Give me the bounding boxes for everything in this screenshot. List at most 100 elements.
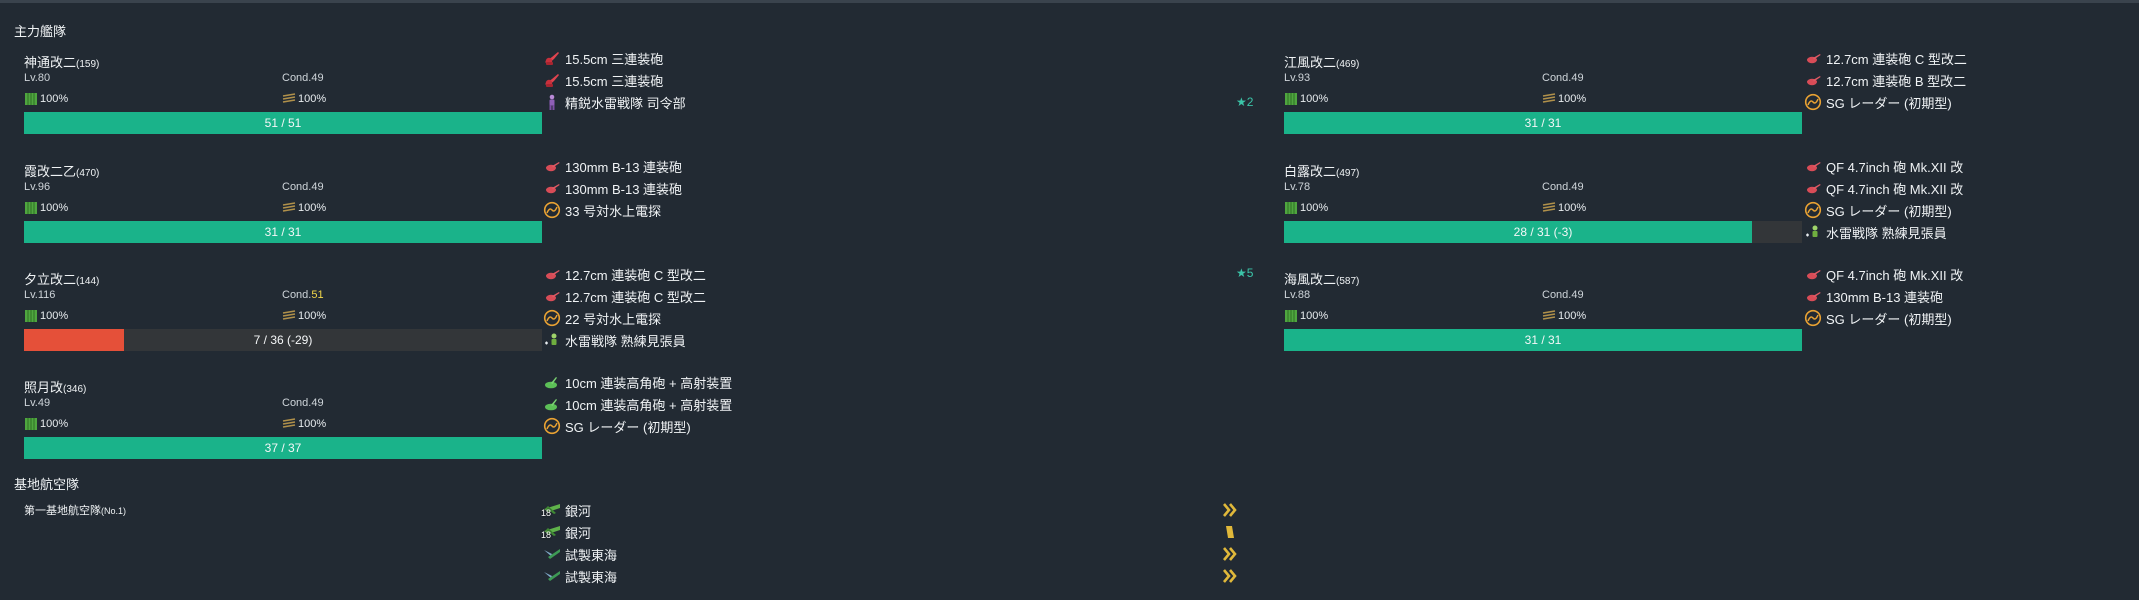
- hp-bar: 51 / 51: [24, 112, 542, 134]
- ship-condition: Cond.49: [1542, 289, 1584, 301]
- ammo-icon: [1542, 309, 1556, 323]
- equipment-item[interactable]: 水雷戦隊 熟練見張員: [543, 329, 706, 351]
- fuel-icon: [1284, 309, 1298, 323]
- air-base-name: 第一基地航空隊(No.1): [24, 505, 127, 517]
- fuel-icon: [1284, 92, 1298, 106]
- ship-condition: Cond.49: [282, 72, 324, 84]
- hp-text: 51 / 51: [264, 116, 302, 130]
- plane-count: 18: [541, 530, 552, 540]
- ship-card[interactable]: 神通改二(159) Lv.80 Cond.49 100% 100% 51 / 51: [24, 52, 542, 152]
- hp-bar: 37 / 37: [24, 437, 542, 459]
- equipment-item[interactable]: SG レーダー (初期型): [1804, 91, 1967, 113]
- ammo-status: 100%: [1542, 309, 1586, 323]
- hp-bar: 31 / 31: [1284, 112, 1802, 134]
- equipment-item[interactable]: 130mm B-13 連装砲: [543, 177, 682, 199]
- ship-level: Lv.80: [24, 72, 51, 84]
- hp-text: 31 / 31: [1524, 116, 1562, 130]
- small-gun-icon: [1804, 287, 1822, 305]
- equipment-item[interactable]: QF 4.7inch 砲 Mk.XII 改: [1804, 177, 1963, 199]
- personnel-icon: [543, 93, 561, 111]
- equipment-item[interactable]: QF 4.7inch 砲 Mk.XII 改: [1804, 263, 1963, 285]
- fuel-icon: [1284, 201, 1298, 215]
- ammo-status: 100%: [282, 201, 326, 215]
- lookout-icon: [1804, 223, 1822, 241]
- ship-name: 江風改二(469): [1284, 55, 1360, 70]
- small-gun-icon: [1804, 265, 1822, 283]
- radar-icon: [1804, 201, 1822, 219]
- land-bomber-icon: 18: [541, 501, 561, 519]
- equipment-item[interactable]: SG レーダー (初期型): [1804, 199, 1963, 221]
- equipment-item[interactable]: 130mm B-13 連装砲: [543, 155, 682, 177]
- equipment-item[interactable]: 15.5cm 三連装砲: [543, 47, 686, 69]
- small-gun-icon: [543, 287, 561, 305]
- ship-card[interactable]: 霞改二乙(470) Lv.96 Cond.49 100% 100% 31 / 31: [24, 161, 542, 261]
- hp-text: 28 / 31 (-3): [1513, 225, 1573, 239]
- equipment-name: QF 4.7inch 砲 Mk.XII 改: [1826, 159, 1964, 175]
- hp-text: 31 / 31: [264, 225, 302, 239]
- equipment-name: 22 号対水上電探: [565, 311, 662, 327]
- equipment-name: 12.7cm 連装砲 C 型改二: [565, 267, 706, 283]
- fuel-status: 100%: [1284, 92, 1328, 106]
- ship-name: 海風改二(587): [1284, 272, 1360, 287]
- equipment-item[interactable]: 精鋭水雷戦隊 司令部: [543, 91, 686, 113]
- ship-condition: Cond.49: [282, 181, 324, 193]
- ship-level: Lv.93: [1284, 72, 1311, 84]
- equipment-item[interactable]: 10cm 連装高角砲 + 高射装置: [543, 393, 732, 415]
- equipment-item[interactable]: 12.7cm 連装砲 C 型改二: [1804, 47, 1967, 69]
- ship-card[interactable]: 夕立改二(144) Lv.116 Cond.51 100% 100% 7 / 36 (-2…: [24, 269, 542, 369]
- air-base-plane[interactable]: 18 銀河: [541, 499, 591, 521]
- aa-gun-icon: [543, 395, 561, 413]
- equipment-item[interactable]: 12.7cm 連装砲 B 型改二: [1804, 69, 1967, 91]
- land-bomber-icon: 18: [541, 523, 561, 541]
- ship-card[interactable]: 照月改(346) Lv.49 Cond.49 100% 100% 37 / 37: [24, 377, 542, 477]
- ammo-icon: [282, 201, 296, 215]
- equipment-item[interactable]: 12.7cm 連装砲 C 型改二: [543, 285, 706, 307]
- ammo-icon: [1542, 92, 1556, 106]
- top-divider: [0, 0, 2139, 3]
- ship-level: Lv.96: [24, 181, 51, 193]
- hp-bar: 31 / 31: [1284, 329, 1802, 351]
- ship-card[interactable]: 海風改二(587) Lv.88 Cond.49 100% 100% 31 / 31: [1284, 269, 1802, 369]
- equipment-name: 10cm 連装高角砲 + 高射装置: [565, 397, 733, 413]
- equipment-name: 精鋭水雷戦隊 司令部: [565, 95, 686, 111]
- ship-name: 白露改二(497): [1284, 164, 1360, 179]
- equipment-item[interactable]: QF 4.7inch 砲 Mk.XII 改: [1804, 155, 1963, 177]
- fuel-icon: [24, 92, 38, 106]
- equipment-name: 130mm B-13 連装砲: [565, 159, 683, 175]
- equipment-list: QF 4.7inch 砲 Mk.XII 改 QF 4.7inch 砲 Mk.XII…: [1804, 155, 1963, 243]
- ammo-icon: [282, 309, 296, 323]
- aa-gun-icon: [543, 373, 561, 391]
- proficiency-bar-icon: [1223, 524, 1237, 540]
- equipment-item[interactable]: 水雷戦隊 熟練見張員: [1804, 221, 1963, 243]
- equipment-item[interactable]: 12.7cm 連装砲 C 型改二: [543, 263, 706, 285]
- equipment-item[interactable]: 22 号対水上電探: [543, 307, 706, 329]
- equipment-item[interactable]: SG レーダー (初期型): [1804, 307, 1963, 329]
- ship-level: Lv.49: [24, 397, 51, 409]
- fuel-status: 100%: [1284, 201, 1328, 215]
- ship-card[interactable]: 江風改二(469) Lv.93 Cond.49 100% 100% 31 / 31: [1284, 52, 1802, 152]
- air-base-plane[interactable]: 試製東海: [543, 565, 617, 587]
- equipment-item[interactable]: 15.5cm 三連装砲: [543, 69, 686, 91]
- air-base-plane[interactable]: 試製東海: [543, 543, 617, 565]
- equipment-name: 33 号対水上電探: [565, 203, 662, 219]
- radar-icon: [543, 417, 561, 435]
- equipment-name: SG レーダー (初期型): [1826, 203, 1952, 219]
- small-gun-icon: [1804, 71, 1822, 89]
- ship-name: 神通改二(159): [24, 55, 100, 70]
- main-gun-icon: [543, 49, 561, 67]
- ship-name: 霞改二乙(470): [24, 164, 100, 179]
- proficiency-chevron-icon: [1223, 568, 1237, 584]
- hp-text: 7 / 36 (-29): [253, 333, 313, 347]
- air-base-plane[interactable]: 18 銀河: [541, 521, 591, 543]
- equipment-item[interactable]: 10cm 連装高角砲 + 高射装置: [543, 371, 732, 393]
- ship-card[interactable]: 白露改二(497) Lv.78 Cond.49 100% 100% 28 / 31 (-3…: [1284, 161, 1802, 261]
- plane-count: 18: [541, 508, 552, 518]
- equipment-item[interactable]: 130mm B-13 連装砲: [1804, 285, 1963, 307]
- equipment-list: 12.7cm 連装砲 C 型改二 12.7cm 連装砲 C 型改二 22 号対水上電…: [543, 263, 706, 351]
- radar-icon: [543, 201, 561, 219]
- equipment-name: 水雷戦隊 熟練見張員: [565, 333, 686, 349]
- hp-text: 37 / 37: [264, 441, 302, 455]
- equipment-item[interactable]: SG レーダー (初期型): [543, 415, 732, 437]
- equipment-list: 15.5cm 三連装砲 15.5cm 三連装砲精鋭水雷戦隊 司令部: [543, 47, 686, 113]
- equipment-item[interactable]: 33 号対水上電探: [543, 199, 682, 221]
